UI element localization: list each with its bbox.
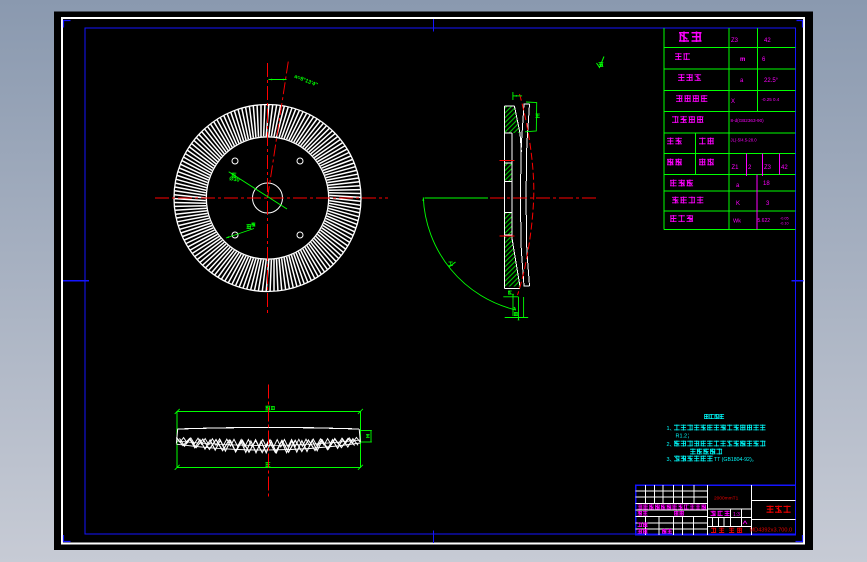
- svg-text:MD4392x3.700.0: MD4392x3.700.0: [750, 528, 793, 534]
- svg-text:42: 42: [781, 165, 788, 171]
- svg-text:5.622: 5.622: [758, 218, 771, 224]
- svg-text:R1.2；: R1.2；: [676, 434, 693, 440]
- svg-text:1、: 1、: [667, 426, 676, 432]
- svg-text:1:3: 1:3: [733, 512, 740, 518]
- svg-text:Z1: Z1: [732, 165, 740, 171]
- svg-text:18: 18: [763, 181, 770, 187]
- svg-text:Z3: Z3: [731, 38, 739, 44]
- svg-text:-0.10: -0.10: [780, 222, 789, 226]
- svg-text:JL(-5/4.5-28.0: JL(-5/4.5-28.0: [731, 138, 758, 143]
- svg-text:m: m: [740, 57, 745, 63]
- svg-text:Wk: Wk: [733, 219, 741, 225]
- svg-text:X: X: [731, 99, 735, 105]
- svg-text:K: K: [736, 201, 740, 207]
- svg-text:2000mmT1: 2000mmT1: [714, 496, 739, 502]
- svg-text:TT (GB1804-92)。: TT (GB1804-92)。: [714, 457, 757, 463]
- svg-text:3、: 3、: [667, 457, 676, 463]
- svg-text:22.5°: 22.5°: [764, 78, 779, 84]
- svg-text:8-d(GB2363-90): 8-d(GB2363-90): [731, 118, 765, 123]
- svg-text:-0.05: -0.05: [780, 217, 789, 221]
- svg-text:2、: 2、: [667, 442, 676, 448]
- svg-text:-0.25 0.4: -0.25 0.4: [762, 97, 780, 102]
- svg-text:Z3: Z3: [764, 165, 772, 171]
- svg-text:42: 42: [764, 38, 771, 44]
